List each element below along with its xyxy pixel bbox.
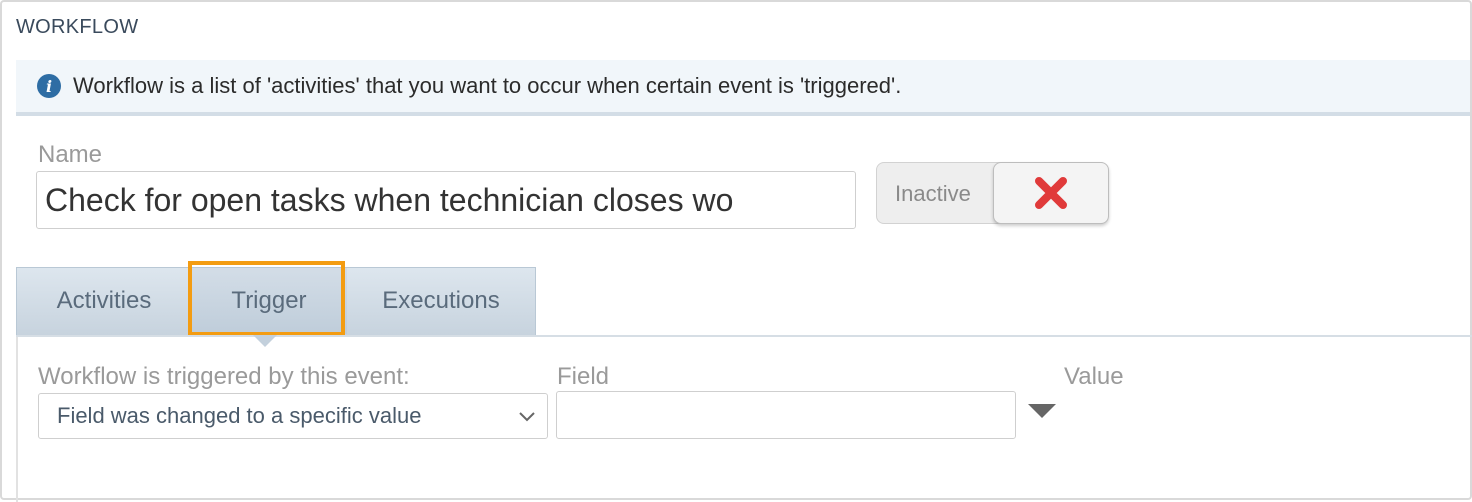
status-toggle-knob[interactable] [993, 162, 1109, 224]
section-title: WORKFLOW [16, 16, 139, 38]
tab-divider [16, 335, 1472, 337]
info-banner: i Workflow is a list of 'activities' tha… [16, 60, 1470, 116]
event-select-value: Field was changed to a specific value [57, 403, 422, 428]
value-label: Value [1064, 363, 1124, 390]
info-icon: i [37, 74, 61, 98]
status-toggle[interactable]: Inactive [876, 162, 1109, 224]
name-label: Name [38, 141, 103, 168]
tab-activities[interactable]: Activities [17, 268, 191, 334]
tab-bar: Activities Trigger Executions [16, 267, 536, 335]
info-text: Workflow is a list of 'activities' that … [73, 73, 902, 98]
field-label: Field [557, 363, 610, 390]
event-select[interactable]: Field was changed to a specific value [38, 393, 548, 439]
event-label: Workflow is triggered by this event: [38, 363, 410, 390]
field-input[interactable] [556, 391, 1016, 439]
active-tab-pointer [253, 335, 277, 347]
content-border [16, 337, 18, 502]
field-dropdown-icon[interactable] [1028, 404, 1056, 418]
tab-trigger[interactable]: Trigger [191, 268, 347, 334]
chevron-down-icon [519, 412, 535, 422]
close-icon [1035, 177, 1067, 209]
workflow-panel: WORKFLOW i Workflow is a list of 'activi… [0, 0, 1472, 502]
tab-executions[interactable]: Executions [347, 268, 535, 334]
status-toggle-label: Inactive [895, 181, 971, 206]
name-input[interactable] [36, 171, 856, 229]
